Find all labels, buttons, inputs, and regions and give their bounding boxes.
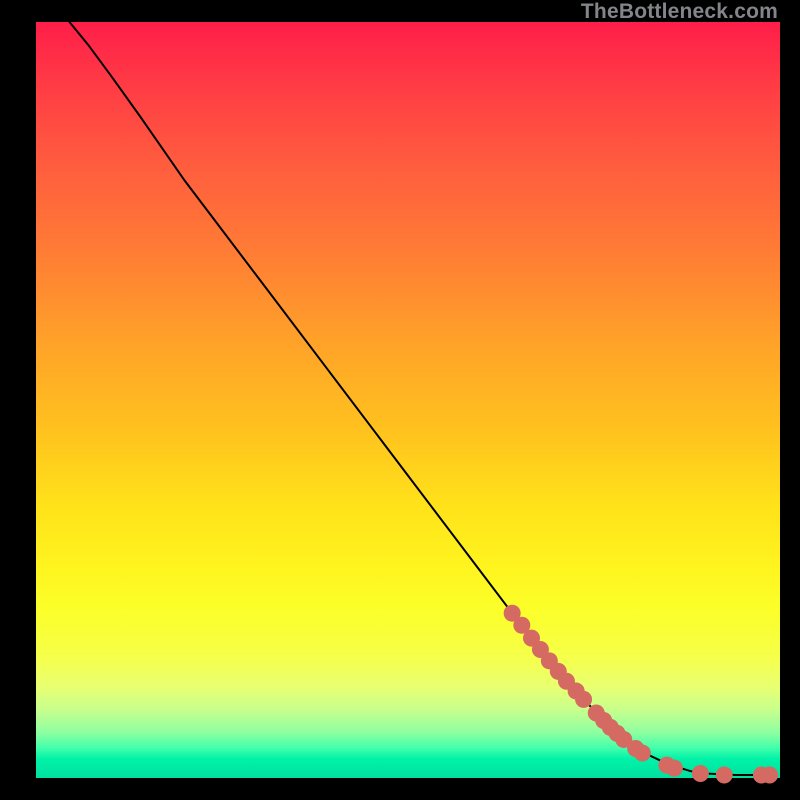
data-marker	[692, 765, 709, 782]
data-marker	[761, 766, 778, 783]
bottleneck-curve	[69, 22, 765, 775]
chart-overlay	[36, 22, 780, 778]
data-marker	[716, 766, 733, 783]
chart-frame: TheBottleneck.com	[0, 0, 800, 800]
data-marker	[666, 760, 683, 777]
watermark-text: TheBottleneck.com	[581, 0, 778, 24]
data-markers	[504, 605, 778, 784]
data-marker	[575, 691, 592, 708]
data-marker	[634, 745, 651, 762]
